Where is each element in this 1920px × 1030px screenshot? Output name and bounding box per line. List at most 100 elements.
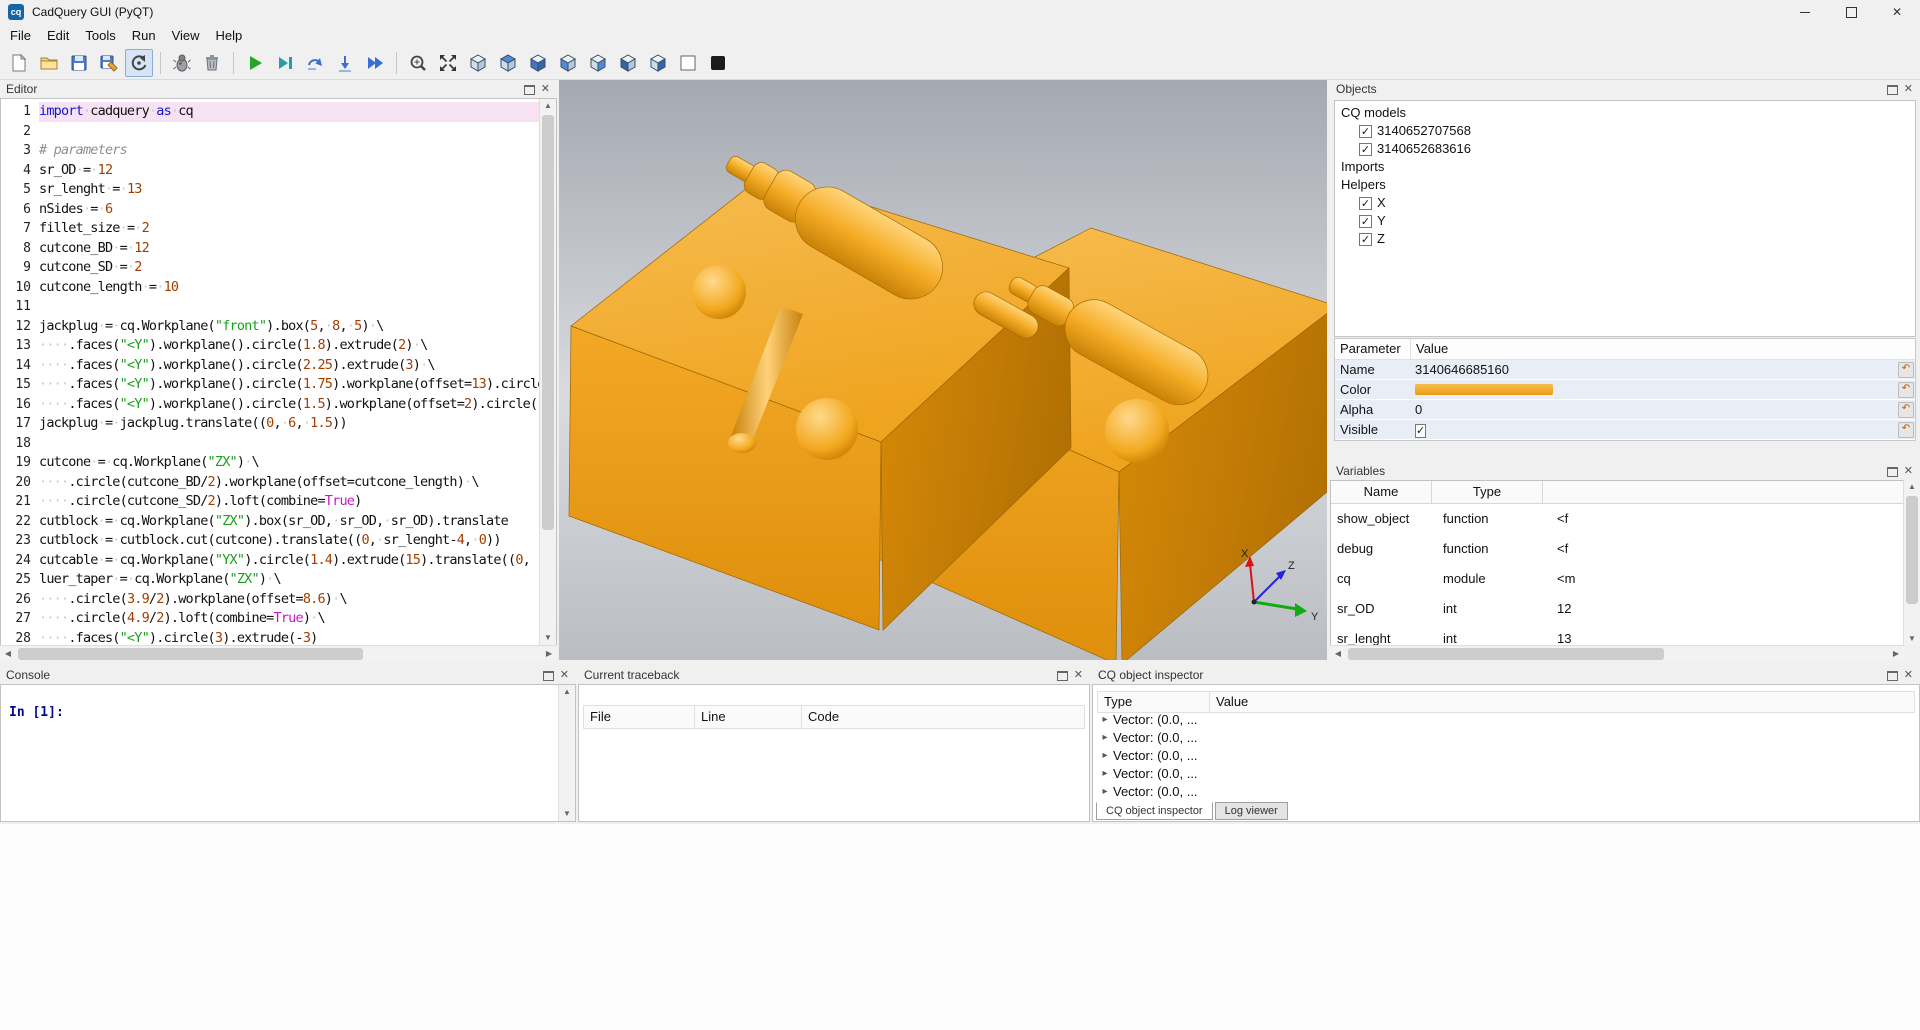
expand-icon[interactable]: ▸ [1097,711,1113,729]
inspector-row[interactable]: ▸Vector: (0.0, ... [1097,783,1915,801]
tab-cq-object-inspector[interactable]: CQ object inspector [1096,802,1213,820]
menu-file[interactable]: File [2,26,39,45]
wireframe-button[interactable] [674,49,702,77]
view-top-button[interactable] [494,49,522,77]
code-line[interactable]: ····.circle(cutcone_BD/2).workplane(offs… [39,473,540,493]
scrollbar-thumb[interactable] [18,648,363,660]
3d-viewport[interactable]: X Z Y [559,80,1327,660]
reset-icon[interactable]: ↶ [1898,362,1914,378]
property-value[interactable] [1410,380,1897,399]
inspector-row[interactable]: ▸Vector: (0.0, ... [1097,765,1915,783]
close-panel-icon[interactable]: ✕ [1904,464,1913,478]
close-panel-icon[interactable]: ✕ [1074,668,1083,682]
checkbox[interactable]: ✓ [1415,424,1426,438]
console-vscrollbar[interactable]: ▲ ▼ [558,685,575,821]
float-panel-icon[interactable] [1887,467,1898,477]
scroll-down-icon[interactable]: ▼ [1904,632,1920,646]
menu-run[interactable]: Run [124,26,164,45]
code-line[interactable]: nSides·=·6 [39,200,540,220]
close-panel-icon[interactable]: ✕ [560,668,569,682]
scroll-left-icon[interactable]: ◀ [0,647,16,661]
inspector-header[interactable]: Type Value [1097,691,1915,713]
reset-icon[interactable]: ↶ [1898,422,1914,438]
view-right-button[interactable] [644,49,672,77]
scroll-down-icon[interactable]: ▼ [540,631,556,645]
checkbox[interactable]: ✓ [1359,125,1372,138]
variable-row-sr-od[interactable]: sr_ODint12 [1331,594,1903,624]
value-header[interactable]: Value [1411,339,1915,359]
close-button[interactable]: ✕ [1874,0,1920,24]
line-header[interactable]: Line [695,706,802,728]
variable-row-show-object[interactable]: show_objectfunction<f [1331,504,1903,534]
properties-header[interactable]: Parameter Value [1335,339,1915,360]
property-value[interactable]: ✓ [1410,420,1897,439]
code-line[interactable] [39,297,540,317]
tree-item-helpers[interactable]: Helpers [1335,176,1915,194]
code-line[interactable]: cutcable·=·cq.Workplane("YX").circle(1.4… [39,551,540,571]
value-header[interactable]: Value [1210,692,1914,712]
expand-icon[interactable]: ▸ [1097,765,1113,783]
view-iso-button[interactable] [464,49,492,77]
code-line[interactable]: ····.faces("<Y").workplane().circle(1.8)… [39,336,540,356]
code-editor[interactable]: import·cadquery·as·cq# parameterssr_OD·=… [39,99,540,645]
property-row-alpha[interactable]: Alpha0↶ [1335,400,1915,420]
variable-row-debug[interactable]: debugfunction<f [1331,534,1903,564]
maximize-button[interactable] [1828,0,1874,24]
viewport-canvas[interactable]: X Z Y [559,80,1327,660]
property-value[interactable]: 0 [1410,400,1897,419]
render-button[interactable] [241,49,269,77]
scrollbar-thumb[interactable] [1906,496,1918,604]
code-line[interactable]: ····.faces("<Y").workplane().circle(1.75… [39,375,540,395]
scroll-left-icon[interactable]: ◀ [1330,647,1346,661]
code-line[interactable]: cutblock·=·cutblock.cut(cutcone).transla… [39,531,540,551]
view-bottom-button[interactable] [524,49,552,77]
code-line[interactable]: ····.faces("<Y").workplane().circle(2.25… [39,356,540,376]
code-line[interactable]: ····.faces("<Y").workplane().circle(1.5)… [39,395,540,415]
objects-tree[interactable]: CQ models✓3140652707568✓3140652683616Imp… [1334,100,1916,337]
menu-help[interactable]: Help [208,26,251,45]
variable-row-sr-lenght[interactable]: sr_lenghtint13 [1331,624,1903,646]
new-file-button[interactable] [5,49,33,77]
menu-view[interactable]: View [164,26,208,45]
bug-button[interactable] [168,49,196,77]
code-line[interactable]: ····.circle(3.9/2).workplane(offset=8.6)… [39,590,540,610]
type-header[interactable]: Type [1098,692,1210,712]
scrollbar-thumb[interactable] [542,115,554,530]
variables-header[interactable]: Name Type [1331,481,1903,504]
code-line[interactable]: ····.circle(cutcone_SD/2).loft(combine=T… [39,492,540,512]
code-line[interactable]: cutcone_SD·=·2 [39,258,540,278]
float-panel-icon[interactable] [1057,671,1068,681]
view-front-button[interactable] [554,49,582,77]
minimize-button[interactable] [1782,0,1828,24]
scrollbar-thumb[interactable] [1348,648,1664,660]
code-line[interactable]: cutcone_length·=·10 [39,278,540,298]
code-line[interactable]: jackplug·=·jackplug.translate((0,·6,·1.5… [39,414,540,434]
inspector-row[interactable]: ▸Vector: (0.0, ... [1097,747,1915,765]
type-header[interactable]: Type [1432,481,1543,503]
view-back-button[interactable] [584,49,612,77]
tree-item-imports[interactable]: Imports [1335,158,1915,176]
view-left-button[interactable] [614,49,642,77]
expand-icon[interactable]: ▸ [1097,747,1113,765]
tree-item-x[interactable]: ✓X [1335,194,1915,212]
scroll-up-icon[interactable]: ▲ [540,99,556,113]
code-line[interactable] [39,122,540,142]
code-line[interactable]: import·cadquery·as·cq [39,102,540,122]
menu-edit[interactable]: Edit [39,26,77,45]
variables-hscrollbar[interactable]: ◀ ▶ [1330,645,1904,662]
tab-log-viewer[interactable]: Log viewer [1215,802,1288,820]
step-into-button[interactable] [331,49,359,77]
code-line[interactable]: sr_OD·=·12 [39,161,540,181]
save-as-button[interactable] [95,49,123,77]
inspector-row[interactable]: ▸Vector: (0.0, ... [1097,711,1915,729]
scroll-up-icon[interactable]: ▲ [559,685,575,699]
editor-vscrollbar[interactable]: ▲ ▼ [539,99,556,645]
checkbox[interactable]: ✓ [1359,233,1372,246]
checkbox[interactable]: ✓ [1359,215,1372,228]
debug-button[interactable] [271,49,299,77]
console-output[interactable]: In [1]: ▲ ▼ [0,684,576,822]
trash-button[interactable] [198,49,226,77]
close-panel-icon[interactable]: ✕ [1904,668,1913,682]
open-file-button[interactable] [35,49,63,77]
fit-all-button[interactable] [434,49,462,77]
